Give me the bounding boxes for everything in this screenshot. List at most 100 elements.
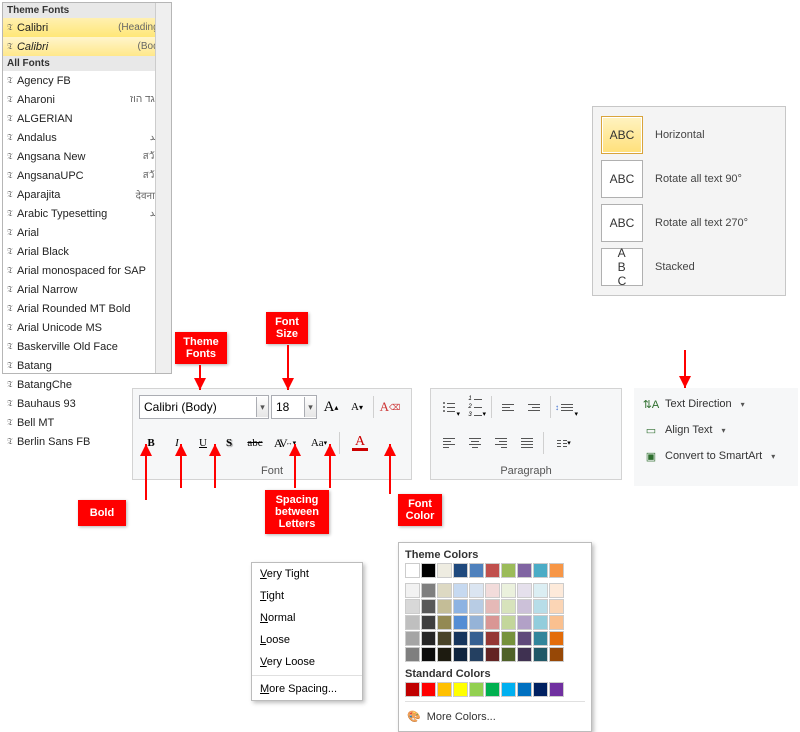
font-list-item[interactable]: 𝔗Aparajitaदेवनागरी <box>3 185 171 204</box>
color-swatch[interactable] <box>405 583 420 598</box>
font-list-item[interactable]: 𝔗Baskerville Old Face <box>3 337 171 356</box>
color-swatch[interactable] <box>517 647 532 662</box>
color-swatch[interactable] <box>453 563 468 578</box>
color-swatch[interactable] <box>469 682 484 697</box>
color-swatch[interactable] <box>469 647 484 662</box>
text-direction-option[interactable]: ABCRotate all text 270° <box>599 201 779 245</box>
color-swatch[interactable] <box>517 583 532 598</box>
color-swatch[interactable] <box>533 563 548 578</box>
color-swatch[interactable] <box>453 615 468 630</box>
color-swatch[interactable] <box>485 583 500 598</box>
color-swatch[interactable] <box>405 631 420 646</box>
color-swatch[interactable] <box>501 599 516 614</box>
color-swatch[interactable] <box>549 631 564 646</box>
align-text-button[interactable]: ▭Align Text <box>638 418 794 442</box>
underline-button[interactable]: U <box>191 431 215 455</box>
color-swatch[interactable] <box>405 682 420 697</box>
text-direction-option[interactable]: A B CStacked <box>599 245 779 289</box>
numbering-button[interactable]: 123▾ <box>463 395 487 419</box>
color-swatch[interactable] <box>501 615 516 630</box>
color-swatch[interactable] <box>533 647 548 662</box>
color-swatch[interactable] <box>453 647 468 662</box>
color-swatch[interactable] <box>469 615 484 630</box>
justify-button[interactable] <box>515 431 539 455</box>
color-swatch[interactable] <box>437 583 452 598</box>
color-swatch[interactable] <box>485 563 500 578</box>
color-swatch[interactable] <box>517 563 532 578</box>
font-list-item[interactable]: 𝔗Calibri(Headings) <box>3 18 171 37</box>
color-swatch[interactable] <box>501 647 516 662</box>
font-list-item[interactable]: 𝔗Arial Rounded MT Bold <box>3 299 171 318</box>
font-name-combo[interactable] <box>139 395 269 419</box>
align-left-button[interactable] <box>437 431 461 455</box>
color-swatch[interactable] <box>421 583 436 598</box>
color-swatch[interactable] <box>421 599 436 614</box>
color-swatch[interactable] <box>421 682 436 697</box>
color-swatch[interactable] <box>517 682 532 697</box>
grow-font-button[interactable]: A▴ <box>319 395 343 419</box>
color-swatch[interactable] <box>485 615 500 630</box>
color-swatch[interactable] <box>549 583 564 598</box>
color-swatch[interactable] <box>453 631 468 646</box>
color-swatch[interactable] <box>469 583 484 598</box>
color-swatch[interactable] <box>533 583 548 598</box>
decrease-indent-button[interactable] <box>496 395 520 419</box>
color-swatch[interactable] <box>517 615 532 630</box>
color-swatch[interactable] <box>533 615 548 630</box>
color-swatch[interactable] <box>437 563 452 578</box>
line-spacing-button[interactable]: ↕▾ <box>555 395 579 419</box>
clear-formatting-button[interactable]: A⌫ <box>378 395 402 419</box>
color-swatch[interactable] <box>469 631 484 646</box>
font-list-item[interactable]: 𝔗AngsanaUPCสวัสดี <box>3 166 171 185</box>
bold-button[interactable]: B <box>139 431 163 455</box>
color-swatch[interactable] <box>549 599 564 614</box>
font-name-input[interactable] <box>140 397 256 417</box>
italic-button[interactable]: I <box>165 431 189 455</box>
font-list-item[interactable]: 𝔗Aharoniאבגד הוז <box>3 90 171 109</box>
spacing-option[interactable]: Loose <box>252 629 362 651</box>
shrink-font-button[interactable]: A▾ <box>345 395 369 419</box>
color-swatch[interactable] <box>421 563 436 578</box>
color-swatch[interactable] <box>405 599 420 614</box>
font-list-item[interactable]: 𝔗Arial monospaced for SAP <box>3 261 171 280</box>
color-swatch[interactable] <box>501 563 516 578</box>
chevron-down-icon[interactable] <box>256 397 268 417</box>
text-direction-button[interactable]: ⇅AText Direction <box>638 392 794 416</box>
color-swatch[interactable] <box>421 647 436 662</box>
spacing-option[interactable]: Very Loose <box>252 651 362 673</box>
color-swatch[interactable] <box>421 615 436 630</box>
color-swatch[interactable] <box>405 563 420 578</box>
bullets-button[interactable]: ▾ <box>437 395 461 419</box>
shadow-button[interactable]: S <box>217 431 241 455</box>
color-swatch[interactable] <box>549 647 564 662</box>
color-swatch[interactable] <box>533 631 548 646</box>
convert-smartart-button[interactable]: ▣Convert to SmartArt <box>638 444 794 468</box>
color-swatch[interactable] <box>437 631 452 646</box>
font-list-item[interactable]: 𝔗Andalusأبجد <box>3 128 171 147</box>
color-swatch[interactable] <box>405 615 420 630</box>
color-swatch[interactable] <box>517 599 532 614</box>
text-direction-option[interactable]: ABCHorizontal <box>599 113 779 157</box>
font-size-combo[interactable] <box>271 395 317 419</box>
change-case-button[interactable]: Aa▾ <box>303 431 335 455</box>
color-swatch[interactable] <box>453 583 468 598</box>
color-swatch[interactable] <box>453 682 468 697</box>
chevron-down-icon[interactable] <box>304 397 316 417</box>
font-size-input[interactable] <box>272 397 304 417</box>
color-swatch[interactable] <box>437 682 452 697</box>
font-list-item[interactable]: 𝔗Arial Narrow <box>3 280 171 299</box>
color-swatch[interactable] <box>485 647 500 662</box>
spacing-option[interactable]: Normal <box>252 607 362 629</box>
character-spacing-button[interactable]: AV↔▾ <box>269 431 301 455</box>
color-swatch[interactable] <box>517 631 532 646</box>
color-swatch[interactable] <box>453 599 468 614</box>
color-swatch[interactable] <box>405 647 420 662</box>
font-list-item[interactable]: 𝔗Arial Unicode MS <box>3 318 171 337</box>
font-list-item[interactable]: 𝔗Batang <box>3 356 171 375</box>
color-swatch[interactable] <box>421 631 436 646</box>
spacing-option[interactable]: Tight <box>252 585 362 607</box>
color-swatch[interactable] <box>437 647 452 662</box>
font-list-item[interactable]: 𝔗Calibri(Body) <box>3 37 171 56</box>
color-swatch[interactable] <box>501 631 516 646</box>
color-swatch[interactable] <box>469 599 484 614</box>
